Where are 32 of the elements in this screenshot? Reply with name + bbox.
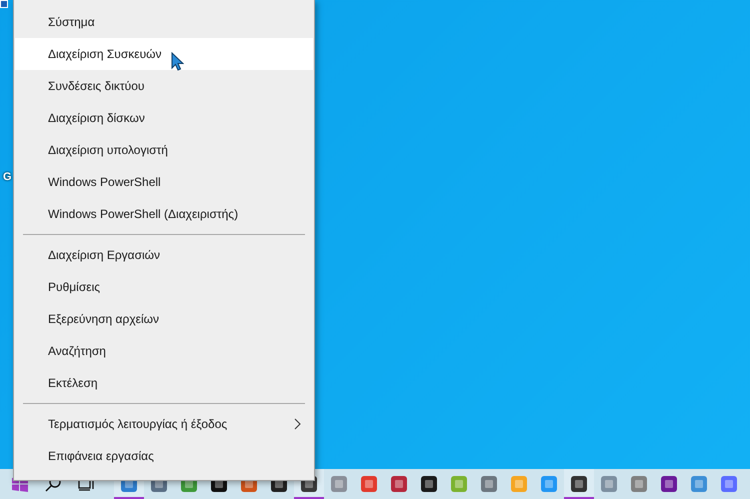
menu-item[interactable]: Συνδέσεις δικτύου: [15, 70, 313, 102]
app-icon: [690, 475, 708, 493]
app-icon: [630, 475, 648, 493]
menu-item[interactable]: Ρυθμίσεις: [15, 271, 313, 303]
menu-item[interactable]: Εκτέλεση: [15, 367, 313, 399]
mouse-cursor-icon: [171, 52, 184, 71]
app-icon: [420, 475, 438, 493]
app-icon: [660, 475, 678, 493]
app-icon: [570, 475, 588, 493]
app-icon: [360, 475, 378, 493]
menu-item[interactable]: Διαχείριση υπολογιστή: [15, 134, 313, 166]
app-icon: [330, 475, 348, 493]
menu-item[interactable]: Διαχείριση δίσκων: [15, 102, 313, 134]
app-icon: [480, 475, 498, 493]
menu-item[interactable]: Επιφάνεια εργασίας: [15, 440, 313, 472]
app-icon: [540, 475, 558, 493]
menu-item[interactable]: Διαχείριση Συσκευών: [15, 38, 313, 70]
menu-item[interactable]: Τερματισμός λειτουργίας ή έξοδος: [15, 408, 313, 440]
desktop-icon[interactable]: [0, 0, 8, 8]
app-icon: [510, 475, 528, 493]
app-icon: [720, 475, 738, 493]
app-icon: [390, 475, 408, 493]
menu-item[interactable]: Windows PowerShell: [15, 166, 313, 198]
menu-item[interactable]: Διαχείριση Εργασιών: [15, 239, 313, 271]
menu-item[interactable]: Εξερεύνηση αρχείων: [15, 303, 313, 335]
menu-item[interactable]: Windows PowerShell (Διαχειριστής): [15, 198, 313, 230]
desktop-icon-label: G: [3, 170, 12, 185]
app-icon: [600, 475, 618, 493]
app-icon: [450, 475, 468, 493]
menu-item[interactable]: Σύστημα: [15, 6, 313, 38]
menu-item[interactable]: Αναζήτηση: [15, 335, 313, 367]
taskbar-button[interactable]: [564, 469, 594, 499]
